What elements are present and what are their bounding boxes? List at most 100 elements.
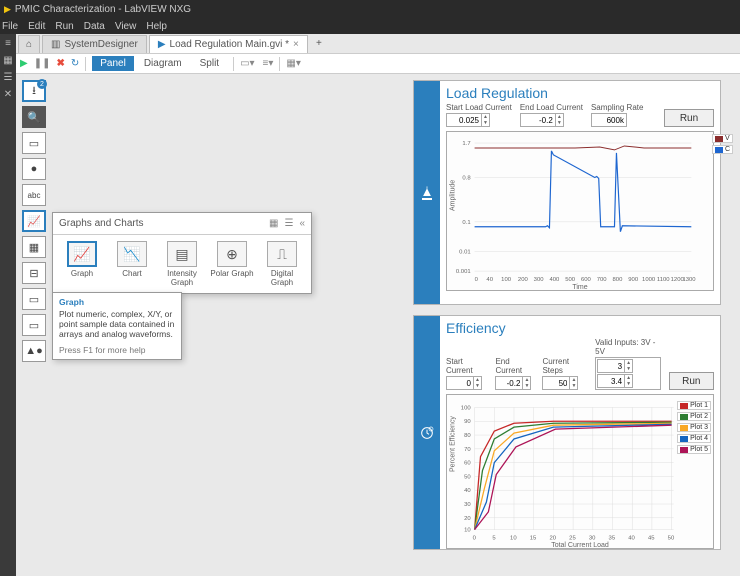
flyout-item-digital[interactable]: ⎍ Digital Graph xyxy=(259,241,305,287)
legend-label: Plot 3 xyxy=(690,424,708,431)
play-icon: ▶ xyxy=(158,39,166,50)
spinner[interactable]: ▲▼ xyxy=(523,376,531,390)
chart-legend: Plot 1 Plot 2 Plot 3 Plot 4 Plot 5 xyxy=(677,401,711,454)
spinner[interactable]: ▲▼ xyxy=(625,359,633,373)
refresh-icon[interactable]: ↻ xyxy=(71,58,79,69)
run-button[interactable]: Run xyxy=(669,372,714,390)
grid-view-icon[interactable]: ▦ xyxy=(269,218,278,229)
flyout-item-label: Intensity Graph xyxy=(159,269,205,287)
efficiency-chart: 10090 8070 6050 4030 2010 0510 152025 30… xyxy=(446,394,714,549)
menu-view[interactable]: View xyxy=(115,21,137,32)
menu-file[interactable]: File xyxy=(2,21,18,32)
legend-label: Plot 2 xyxy=(690,413,708,420)
field-label: Sampling Rate xyxy=(591,103,643,112)
tab-system-designer[interactable]: ▥ SystemDesigner xyxy=(42,35,147,53)
close-icon[interactable]: × xyxy=(293,39,299,50)
document-tab-strip: ⌂ ▥ SystemDesigner ▶ Load Regulation Mai… xyxy=(16,34,740,54)
leftstrip-list-icon[interactable]: ☰ xyxy=(4,72,13,83)
spinner[interactable]: ▲▼ xyxy=(474,376,482,390)
align-icon[interactable]: ≡▾ xyxy=(263,58,274,69)
text-icon-label: abc xyxy=(28,191,41,200)
menu-run[interactable]: Run xyxy=(55,21,73,32)
palette-inputs-icon[interactable]: ⊟ xyxy=(22,262,46,284)
svg-text:300: 300 xyxy=(534,277,545,283)
toolbar: ▶ ❚❚ ✖ ↻ Panel Diagram Split ▭▾ ≡▾ ▦▾ xyxy=(16,54,740,74)
view-split[interactable]: Split xyxy=(192,56,227,71)
svg-text:0: 0 xyxy=(475,277,479,283)
svg-text:15: 15 xyxy=(530,535,537,541)
svg-text:10: 10 xyxy=(464,528,471,534)
end-current-input[interactable] xyxy=(495,376,523,390)
flyout-item-intensity[interactable]: ▤ Intensity Graph xyxy=(159,241,205,287)
valid-input-b[interactable] xyxy=(597,374,625,388)
palette-panel-icon[interactable]: ▭ xyxy=(22,288,46,310)
svg-text:10: 10 xyxy=(510,535,517,541)
palette-layout-icon[interactable]: ▭ xyxy=(22,132,46,154)
svg-text:1100: 1100 xyxy=(657,277,670,283)
palette-circle-icon[interactable]: ● xyxy=(22,158,46,180)
end-load-current-input[interactable] xyxy=(520,113,556,127)
flyout-item-label: Graph xyxy=(71,269,93,278)
panel-sidebar xyxy=(414,81,440,304)
view-diagram[interactable]: Diagram xyxy=(136,56,190,71)
tooltip-heading: Graph xyxy=(59,297,84,307)
legend-label: V xyxy=(725,135,730,142)
palette-search-icon[interactable]: 🔍 xyxy=(22,106,46,128)
spinner[interactable]: ▲▼ xyxy=(556,113,564,127)
spinner[interactable]: ▲▼ xyxy=(482,113,490,127)
palette-shapes-icon[interactable]: ▲● xyxy=(22,340,46,362)
arrange-icon[interactable]: ▭▾ xyxy=(240,58,254,69)
svg-text:0.1: 0.1 xyxy=(462,220,470,226)
spinner[interactable]: ▲▼ xyxy=(570,376,578,390)
svg-text:25: 25 xyxy=(569,535,576,541)
home-icon: ⌂ xyxy=(26,39,32,50)
svg-text:5: 5 xyxy=(492,535,496,541)
leftstrip-wrench-icon[interactable]: ✕ xyxy=(4,89,12,100)
start-current-input[interactable] xyxy=(446,376,474,390)
menu-data[interactable]: Data xyxy=(84,21,105,32)
palette-save-icon[interactable]: ⭳ xyxy=(22,80,46,102)
collapse-icon[interactable]: « xyxy=(299,218,305,229)
tab-load-regulation[interactable]: ▶ Load Regulation Main.gvi * × xyxy=(149,35,308,53)
leftstrip-grid-icon[interactable]: ▦ xyxy=(3,55,12,66)
flyout-item-polar[interactable]: ⊕ Polar Graph xyxy=(209,241,255,287)
palette-matrix-icon[interactable]: ▦ xyxy=(22,236,46,258)
run-icon[interactable]: ▶ xyxy=(20,58,28,69)
flyout-item-chart[interactable]: 📉 Chart xyxy=(109,241,155,287)
start-load-current-input[interactable] xyxy=(446,113,482,127)
svg-text:0.8: 0.8 xyxy=(462,175,471,181)
flyout-item-label: Digital Graph xyxy=(259,269,305,287)
field-label: End Load Current xyxy=(520,103,583,112)
pause-icon[interactable]: ❚❚ xyxy=(34,58,51,69)
sampling-rate-input[interactable] xyxy=(591,113,627,127)
x-axis-label: Time xyxy=(572,284,587,291)
panel-load-regulation: Load Regulation Start Load Current ▲▼ En… xyxy=(413,80,721,305)
flyout-header: Graphs and Charts ▦ ☰ « xyxy=(53,213,311,235)
menu-edit[interactable]: Edit xyxy=(28,21,45,32)
panel-title: Load Regulation xyxy=(446,85,714,101)
view-panel[interactable]: Panel xyxy=(92,56,134,71)
svg-text:500: 500 xyxy=(565,277,576,283)
tab-add[interactable]: + xyxy=(310,35,328,53)
list-view-icon[interactable]: ☰ xyxy=(284,218,293,229)
leftstrip-menu-icon[interactable]: ≡ xyxy=(5,38,11,49)
palette-panel2-icon[interactable]: ▭ xyxy=(22,314,46,336)
legend-label: Plot 4 xyxy=(690,435,708,442)
svg-text:50: 50 xyxy=(668,535,675,541)
tab-home[interactable]: ⌂ xyxy=(18,35,40,53)
tooltip: Graph Plot numeric, complex, X/Y, or poi… xyxy=(52,292,182,360)
palette-text-icon[interactable]: abc xyxy=(22,184,46,206)
spinner[interactable]: ▲▼ xyxy=(625,374,633,388)
abort-icon[interactable]: ✖ xyxy=(56,58,64,69)
current-steps-input[interactable] xyxy=(542,376,570,390)
palette-flyout: Graphs and Charts ▦ ☰ « 📈 Graph 📉 Chart … xyxy=(52,212,312,294)
legend-label: Plot 1 xyxy=(690,402,708,409)
valid-input-a[interactable] xyxy=(597,359,625,373)
flyout-item-graph[interactable]: 📈 Graph xyxy=(59,241,105,287)
grid-icon[interactable]: ▦▾ xyxy=(286,58,300,69)
y-axis-label: Amplitude xyxy=(450,180,457,211)
menu-help[interactable]: Help xyxy=(146,21,167,32)
palette-chart-icon[interactable]: 📈 xyxy=(22,210,46,232)
run-button[interactable]: Run xyxy=(664,109,714,127)
polar-icon: ⊕ xyxy=(217,241,247,267)
